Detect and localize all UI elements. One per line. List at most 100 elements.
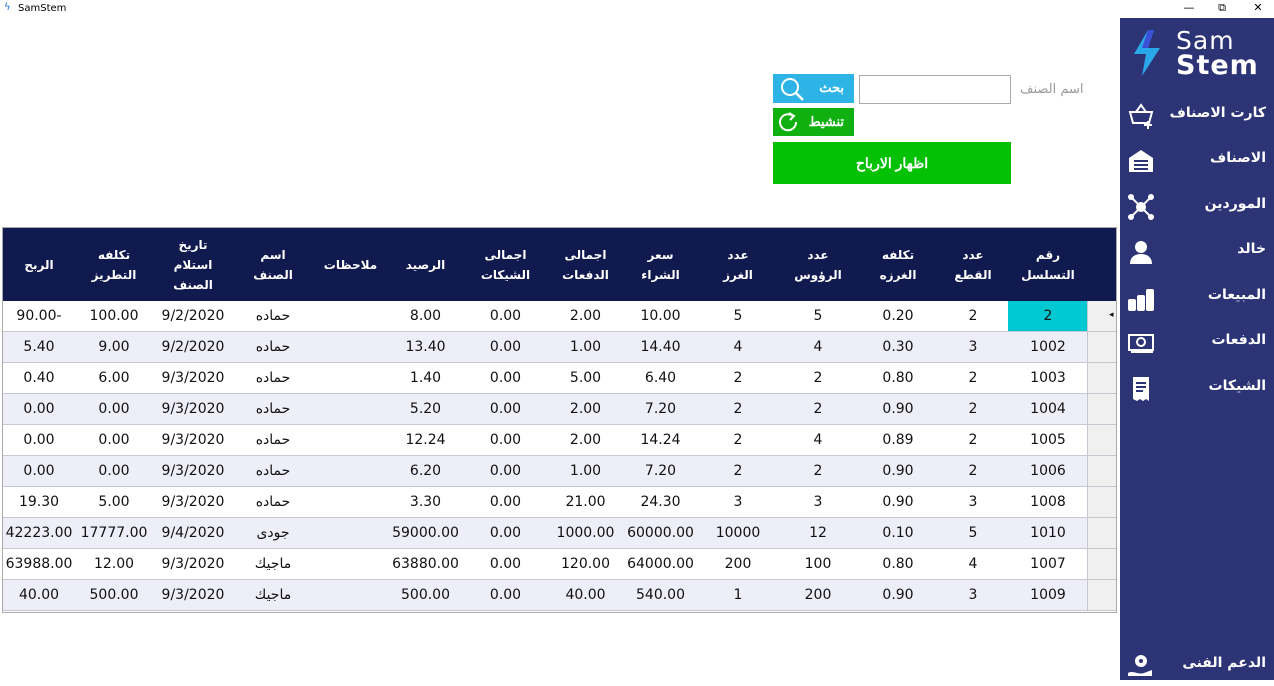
table-cell[interactable]: 3 bbox=[938, 580, 1008, 610]
row-header[interactable] bbox=[1087, 425, 1116, 455]
table-cell[interactable]: 40.00 bbox=[3, 580, 75, 610]
table-cell[interactable]: 3.30 bbox=[388, 487, 463, 517]
table-cell[interactable]: 2 bbox=[938, 363, 1008, 393]
table-cell[interactable]: 6.00 bbox=[75, 363, 153, 393]
table-cell[interactable]: 0.00 bbox=[75, 425, 153, 455]
table-cell[interactable]: 4 bbox=[778, 425, 858, 455]
column-header[interactable]: اجمالى الشيكات bbox=[463, 228, 548, 301]
table-cell[interactable]: 42223.00 bbox=[3, 518, 75, 548]
table-cell[interactable]: 63880.00 bbox=[388, 549, 463, 579]
table-cell[interactable] bbox=[313, 301, 388, 331]
table-cell[interactable]: 9.00 bbox=[75, 332, 153, 362]
table-cell[interactable]: 14.40 bbox=[623, 332, 698, 362]
table-row[interactable]: 1009 3 0.90 200 1 540.00 40.00 0.00 500.00 ماجيك 9… bbox=[3, 580, 1116, 611]
table-cell[interactable]: 3 bbox=[698, 487, 778, 517]
table-cell[interactable]: 2 bbox=[698, 456, 778, 486]
table-cell[interactable]: 540.00 bbox=[623, 580, 698, 610]
table-cell[interactable]: 0.00 bbox=[3, 394, 75, 424]
table-cell[interactable]: 500.00 bbox=[75, 580, 153, 610]
sidebar-item-user[interactable]: خالد bbox=[1120, 232, 1274, 272]
table-cell[interactable]: 2 bbox=[698, 425, 778, 455]
table-cell[interactable]: 9/3/2020 bbox=[153, 425, 233, 455]
table-row[interactable]: 1008 3 0.90 3 3 24.30 21.00 0.00 3.30 حماده 9/3/20… bbox=[3, 487, 1116, 518]
column-header[interactable]: تاريخ استلام الصنف bbox=[153, 228, 233, 301]
table-cell[interactable]: 12.24 bbox=[388, 425, 463, 455]
column-header[interactable]: عدد الغرز bbox=[698, 228, 778, 301]
column-header[interactable]: الربح bbox=[3, 228, 75, 301]
table-cell[interactable]: 0.00 bbox=[463, 301, 548, 331]
table-cell[interactable]: 19.30 bbox=[3, 487, 75, 517]
table-cell[interactable]: 100 bbox=[778, 549, 858, 579]
table-cell[interactable] bbox=[313, 332, 388, 362]
table-row[interactable]: 1006 2 0.90 2 2 7.20 1.00 0.00 6.20 حماده 9/3/2020… bbox=[3, 456, 1116, 487]
table-row[interactable]: 1007 4 0.80 100 200 64000.00 120.00 0.00 63880.0… bbox=[3, 549, 1116, 580]
table-cell[interactable] bbox=[313, 363, 388, 393]
table-cell[interactable]: 3 bbox=[778, 487, 858, 517]
item-name-input[interactable] bbox=[859, 75, 1011, 104]
table-cell[interactable] bbox=[313, 549, 388, 579]
table-cell[interactable]: 120.00 bbox=[548, 549, 623, 579]
table-cell[interactable]: 5 bbox=[698, 301, 778, 331]
table-cell[interactable]: 10.00 bbox=[623, 301, 698, 331]
table-cell[interactable]: 1007 bbox=[1008, 549, 1088, 579]
table-row[interactable]: 1004 2 0.90 2 2 7.20 2.00 0.00 5.20 حماده 9/3/2020… bbox=[3, 394, 1116, 425]
table-cell[interactable]: 1.00 bbox=[548, 332, 623, 362]
table-cell[interactable]: 9/3/2020 bbox=[153, 549, 233, 579]
table-cell[interactable]: 6.40 bbox=[623, 363, 698, 393]
row-header[interactable]: ◂ bbox=[1087, 301, 1116, 331]
table-cell[interactable]: 24.30 bbox=[623, 487, 698, 517]
table-cell[interactable]: 1008 bbox=[1008, 487, 1088, 517]
table-cell[interactable]: 59000.00 bbox=[388, 518, 463, 548]
row-header[interactable] bbox=[1087, 456, 1116, 486]
column-header[interactable]: سعر الشراء bbox=[623, 228, 698, 301]
table-cell[interactable]: 1004 bbox=[1008, 394, 1088, 424]
table-cell[interactable] bbox=[313, 580, 388, 610]
table-cell[interactable]: 5 bbox=[778, 301, 858, 331]
table-cell[interactable]: 7.20 bbox=[623, 394, 698, 424]
table-cell[interactable]: 60000.00 bbox=[623, 518, 698, 548]
table-cell[interactable]: 5.00 bbox=[548, 363, 623, 393]
table-row[interactable]: 1002 3 0.30 4 4 14.40 1.00 0.00 13.40 حماده 9/2/20… bbox=[3, 332, 1116, 363]
table-cell[interactable]: 0.00 bbox=[3, 425, 75, 455]
table-row[interactable]: 1003 2 0.80 2 2 6.40 5.00 0.00 1.40 حماده 9/3/2020… bbox=[3, 363, 1116, 394]
table-cell[interactable]: 0.00 bbox=[463, 580, 548, 610]
table-cell[interactable]: 21.00 bbox=[548, 487, 623, 517]
table-cell[interactable]: 0.80 bbox=[858, 549, 938, 579]
table-cell[interactable]: 63988.00 bbox=[3, 549, 75, 579]
table-cell[interactable]: 13.40 bbox=[388, 332, 463, 362]
table-cell[interactable]: 2 bbox=[938, 425, 1008, 455]
row-header[interactable] bbox=[1087, 549, 1116, 579]
column-header[interactable]: عدد الرؤوس bbox=[778, 228, 858, 301]
table-cell[interactable]: 1005 bbox=[1008, 425, 1088, 455]
table-cell[interactable]: 2 bbox=[938, 301, 1008, 331]
table-cell[interactable]: حماده bbox=[233, 332, 313, 362]
table-cell[interactable]: 9/3/2020 bbox=[153, 394, 233, 424]
table-cell[interactable]: حماده bbox=[233, 394, 313, 424]
table-cell[interactable]: حماده bbox=[233, 487, 313, 517]
column-header[interactable]: اجمالى الدفعات bbox=[548, 228, 623, 301]
table-cell[interactable]: 0.80 bbox=[858, 363, 938, 393]
table-cell[interactable]: 40.00 bbox=[548, 580, 623, 610]
column-header[interactable]: الرصيد bbox=[388, 228, 463, 301]
table-cell[interactable]: 64000.00 bbox=[623, 549, 698, 579]
table-cell[interactable]: حماده bbox=[233, 301, 313, 331]
table-cell[interactable]: 7.20 bbox=[623, 456, 698, 486]
table-cell[interactable]: 3 bbox=[938, 487, 1008, 517]
table-cell[interactable]: 2 bbox=[1008, 301, 1088, 331]
table-cell[interactable] bbox=[313, 394, 388, 424]
table-cell[interactable]: ماجيك bbox=[233, 549, 313, 579]
table-cell[interactable]: 0.00 bbox=[463, 394, 548, 424]
column-header[interactable]: تكلفه التطريز bbox=[75, 228, 153, 301]
minimize-button[interactable]: — bbox=[1174, 0, 1204, 16]
table-cell[interactable]: 2 bbox=[698, 394, 778, 424]
table-row[interactable]: 2 2 0.20 5 5 10.00 2.00 0.00 8.00 حماده 9/2/2020 10… bbox=[3, 301, 1116, 332]
table-cell[interactable] bbox=[313, 487, 388, 517]
table-cell[interactable]: 1 bbox=[698, 580, 778, 610]
table-cell[interactable] bbox=[313, 425, 388, 455]
table-cell[interactable]: 0.00 bbox=[463, 487, 548, 517]
table-cell[interactable]: 1.40 bbox=[388, 363, 463, 393]
table-cell[interactable]: 17777.00 bbox=[75, 518, 153, 548]
table-cell[interactable]: 9/4/2020 bbox=[153, 518, 233, 548]
close-button[interactable]: ✕ bbox=[1243, 0, 1273, 16]
table-cell[interactable]: 8.00 bbox=[388, 301, 463, 331]
